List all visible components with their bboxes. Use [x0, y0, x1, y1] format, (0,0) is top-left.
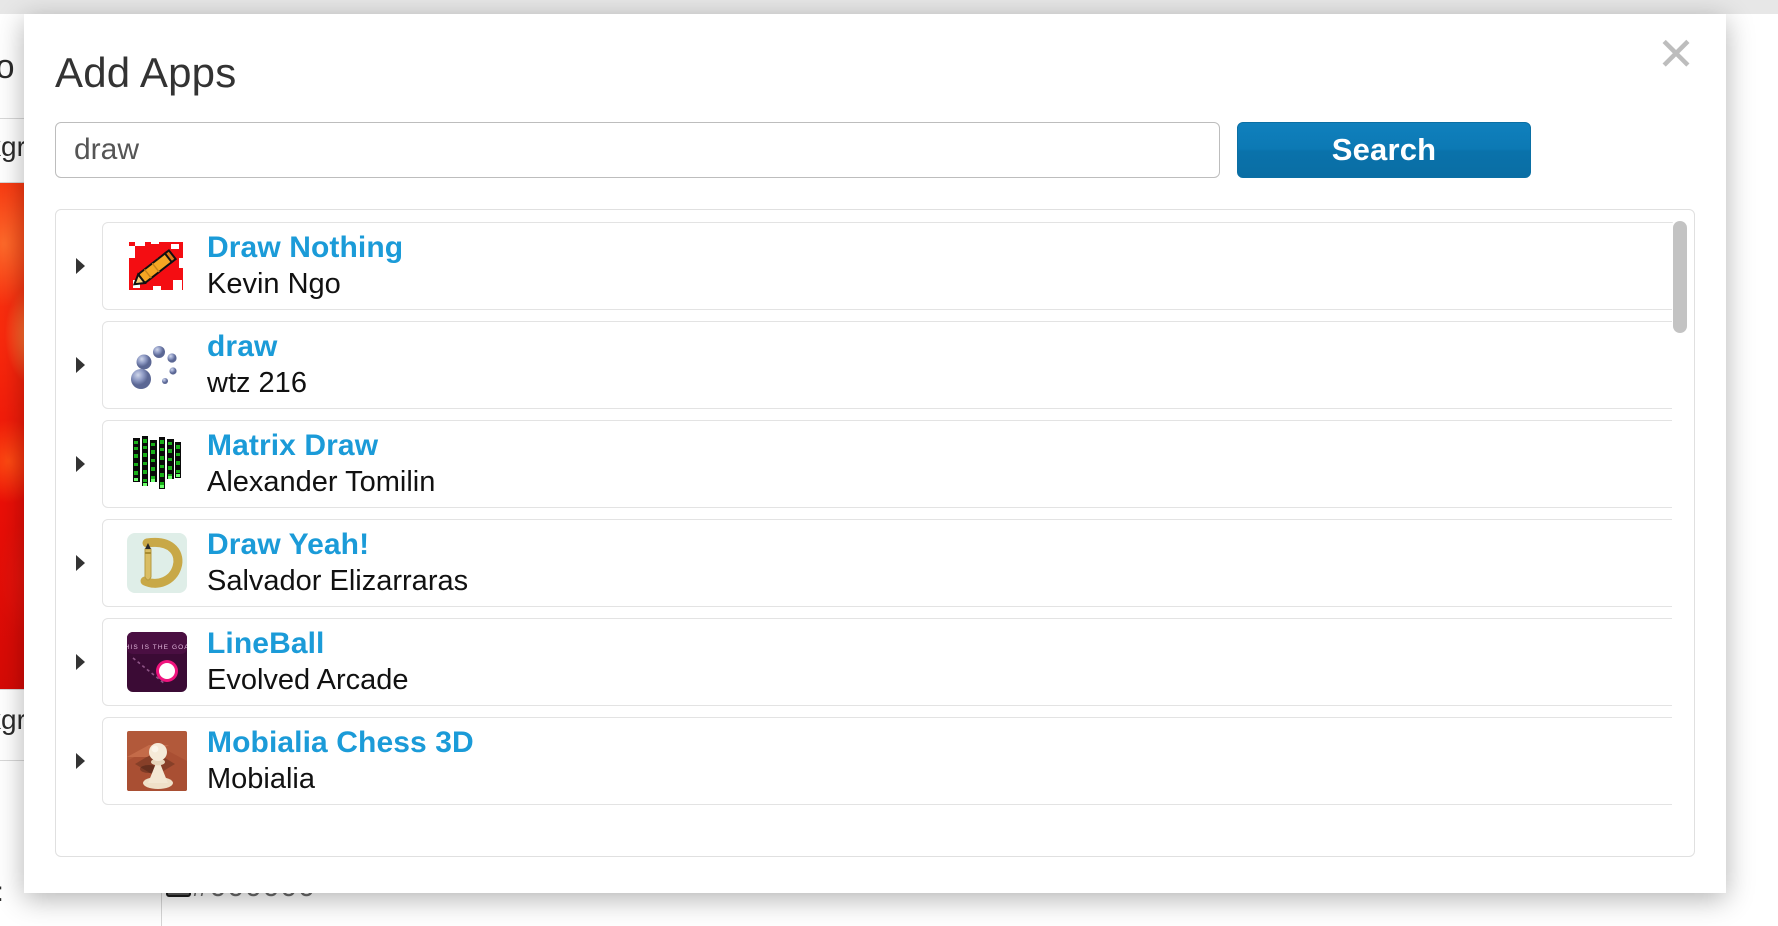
app-author: Mobialia [207, 762, 315, 795]
list-item[interactable]: THIS IS THE GOAL LineBall Evolved Arcade [76, 618, 1678, 706]
app-author: wtz 216 [207, 366, 307, 399]
list-item[interactable]: draw wtz 216 [76, 321, 1678, 409]
page-root: to kgr kgr : #000000 Add Apps ✕ Search [0, 0, 1778, 926]
gold-d-pencil-icon [127, 533, 187, 593]
purple-goal-ball-icon: THIS IS THE GOAL [127, 632, 187, 692]
disclosure-triangle-icon [76, 555, 85, 571]
app-name[interactable]: Draw Nothing [207, 231, 403, 265]
app-author: Evolved Arcade [207, 663, 409, 696]
list-item-text: draw wtz 216 [207, 330, 307, 400]
results-scrollbar[interactable] [1672, 218, 1688, 850]
search-input[interactable] [55, 122, 1220, 178]
app-name[interactable]: draw [207, 330, 307, 364]
disclosure-triangle-icon [76, 753, 85, 769]
disclosure-triangle-icon [76, 357, 85, 373]
disclosure-triangle-icon [76, 654, 85, 670]
chess-pawn-board-icon [127, 731, 187, 791]
results-scrollbar-thumb[interactable] [1673, 221, 1687, 333]
app-author: Kevin Ngo [207, 267, 341, 300]
svg-text:THIS IS THE GOAL: THIS IS THE GOAL [127, 644, 187, 651]
search-results-panel: Draw Nothing Kevin Ngo draw wtz 216 Matr… [55, 209, 1695, 857]
app-name[interactable]: Draw Yeah! [207, 528, 468, 562]
list-item-text: Draw Yeah! Salvador Elizarraras [207, 528, 468, 598]
list-item-text: Mobialia Chess 3D Mobialia [207, 726, 474, 796]
list-item-text: LineBall Evolved Arcade [207, 627, 409, 697]
search-results-list[interactable]: Draw Nothing Kevin Ngo draw wtz 216 Matr… [56, 210, 1694, 856]
list-item[interactable]: Draw Nothing Kevin Ngo [76, 222, 1678, 310]
list-item[interactable]: Draw Yeah! Salvador Elizarraras [76, 519, 1678, 607]
search-button[interactable]: Search [1237, 122, 1531, 178]
modal-title: Add Apps [55, 49, 237, 96]
disclosure-triangle-icon [76, 258, 85, 274]
background-topbar [0, 0, 1778, 14]
background-label-background-2: kgr [0, 704, 26, 735]
list-item-text: Matrix Draw Alexander Tomilin [207, 429, 435, 499]
disclosure-triangle-icon [76, 456, 85, 472]
blue-spheres-spiral-icon [127, 335, 187, 395]
add-apps-modal: Add Apps ✕ Search [24, 14, 1726, 893]
app-name[interactable]: Matrix Draw [207, 429, 435, 463]
app-name[interactable]: Mobialia Chess 3D [207, 726, 474, 760]
close-icon[interactable]: ✕ [1648, 26, 1704, 82]
search-row: Search [55, 122, 1695, 178]
background-label-to: to [0, 48, 15, 86]
app-author: Alexander Tomilin [207, 465, 436, 498]
list-item-text: Draw Nothing Kevin Ngo [207, 231, 403, 301]
green-matrix-code-icon [127, 434, 187, 494]
background-label-colon: : [0, 876, 4, 908]
list-item[interactable]: Matrix Draw Alexander Tomilin [76, 420, 1678, 508]
background-label-background-1: kgr [0, 131, 26, 162]
app-name[interactable]: LineBall [207, 627, 409, 661]
app-author: Salvador Elizarraras [207, 564, 469, 597]
list-item[interactable]: Mobialia Chess 3D Mobialia [76, 717, 1678, 805]
pencil-on-red-icon [127, 236, 187, 296]
